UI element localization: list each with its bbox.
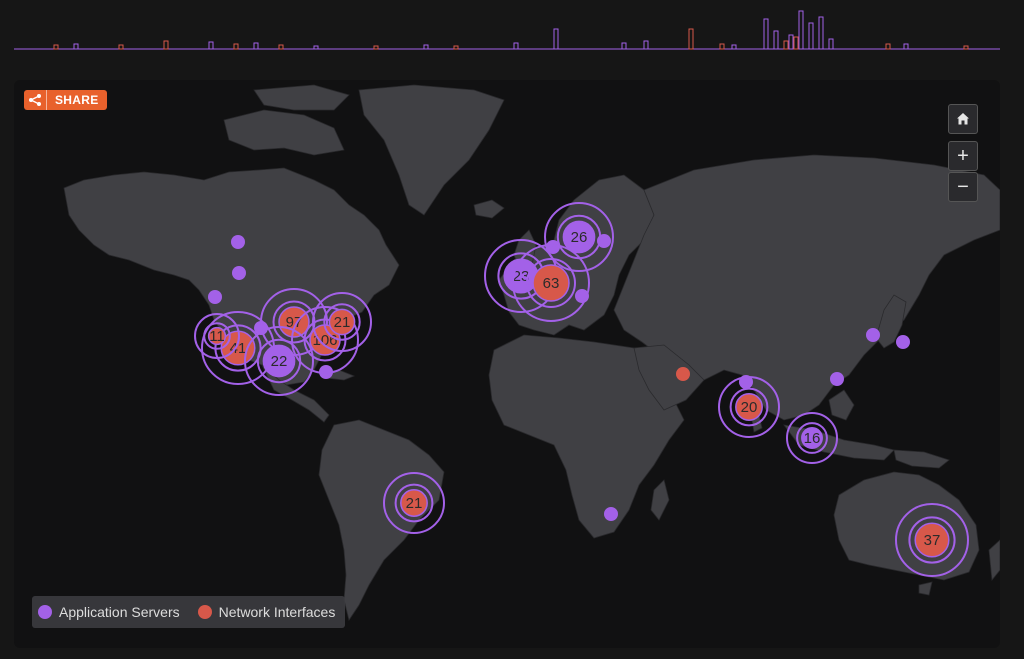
cluster-count: 26 <box>571 229 588 246</box>
cluster-count: 16 <box>804 430 821 447</box>
cluster-count: 20 <box>741 399 758 416</box>
timeline-bar <box>513 42 519 50</box>
timeline-bar <box>233 43 239 50</box>
timeline-bar <box>53 44 59 50</box>
share-icon <box>24 90 47 110</box>
timeline-bar <box>963 45 969 50</box>
cluster-count: 21 <box>406 495 423 512</box>
timeline-bar <box>278 44 284 50</box>
application-server-point[interactable] <box>231 235 245 249</box>
timeline-bar <box>828 38 834 50</box>
share-button[interactable]: SHARE <box>24 90 107 110</box>
cluster-count: 21 <box>334 314 351 331</box>
zoom-out-button[interactable]: − <box>948 172 978 202</box>
home-icon <box>957 113 969 125</box>
timeline-bar <box>798 10 804 50</box>
application-server-point[interactable] <box>896 335 910 349</box>
cluster-count: 63 <box>543 275 560 292</box>
share-label: SHARE <box>55 93 99 107</box>
application-servers-swatch <box>38 605 52 619</box>
home-button[interactable] <box>948 104 978 134</box>
world-map[interactable]: 97 106 21 41 11 22 23 63 26 20 16 21 37 SHARE + − Ap… <box>14 80 1000 648</box>
timeline-bar <box>553 28 559 50</box>
timeline-bar <box>788 34 794 50</box>
map-legend: Application Servers Network Interfaces <box>32 596 346 628</box>
timeline-bar <box>783 40 789 50</box>
activity-timeline[interactable] <box>14 6 1000 52</box>
timeline-bar <box>763 18 769 50</box>
land-masses <box>63 84 1000 621</box>
southeast-asia <box>783 424 895 461</box>
zoom-in-button[interactable]: + <box>948 141 978 171</box>
cluster-count: 11 <box>209 328 225 345</box>
timeline-bar <box>423 44 429 50</box>
south-america <box>318 419 445 621</box>
timeline-bar <box>793 36 799 50</box>
timeline-bar <box>808 22 814 50</box>
timeline-bar <box>118 44 124 50</box>
australia <box>833 471 980 581</box>
timeline-bar <box>621 42 627 50</box>
timeline-bar <box>313 45 319 50</box>
timeline-bar <box>773 30 779 50</box>
application-server-point[interactable] <box>830 372 844 386</box>
timeline-bar <box>903 43 909 50</box>
timeline-bar <box>208 41 214 50</box>
timeline-bar <box>885 43 891 50</box>
timeline-bar <box>373 45 379 50</box>
legend-label: Network Interfaces <box>218 604 336 620</box>
application-server-point[interactable] <box>232 266 246 280</box>
network-interface-point[interactable] <box>676 367 690 381</box>
timeline-bar <box>163 40 169 50</box>
cluster-count: 37 <box>924 532 941 549</box>
timeline-bar <box>643 40 649 50</box>
arctic-islands <box>223 109 345 156</box>
application-server-point[interactable] <box>208 290 222 304</box>
timeline-bar <box>453 45 459 50</box>
timeline-bar <box>818 16 824 50</box>
timeline-bar <box>253 42 259 50</box>
timeline-bar <box>688 28 694 50</box>
timeline-bar <box>731 44 737 50</box>
timeline-bar <box>73 43 79 50</box>
application-server-point[interactable] <box>866 328 880 342</box>
legend-item-application-servers[interactable]: Application Servers <box>38 604 180 620</box>
application-server-point[interactable] <box>604 507 618 521</box>
legend-item-network-interfaces[interactable]: Network Interfaces <box>197 604 336 620</box>
network-interfaces-swatch <box>197 605 212 619</box>
legend-label: Application Servers <box>59 604 180 620</box>
timeline-bar <box>719 43 725 50</box>
greenland <box>358 84 505 216</box>
cluster-count: 22 <box>271 353 288 370</box>
